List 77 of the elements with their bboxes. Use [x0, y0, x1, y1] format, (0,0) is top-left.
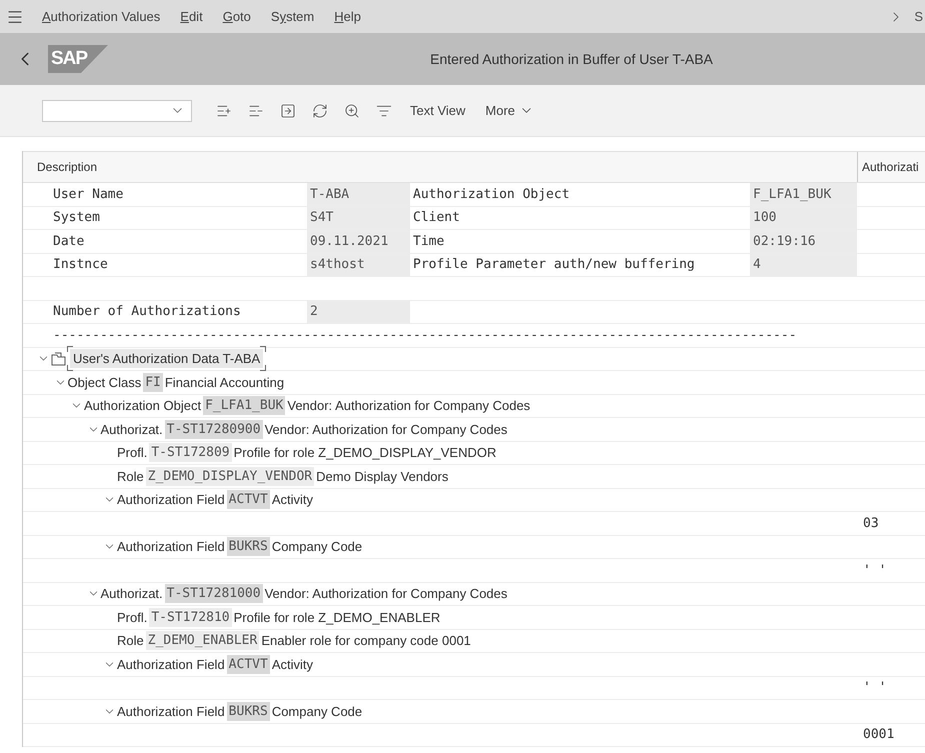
field-label: Profile Parameter auth/new buffering	[412, 256, 696, 274]
separator-line: -----------------------------------------------------------------------------------------------	[52, 326, 798, 345]
tree-node-label: Authorization Field	[117, 656, 225, 672]
more-button[interactable]: More	[475, 103, 544, 118]
tree-node-label: Authorization Field	[117, 539, 225, 554]
field-label: System	[52, 209, 101, 228]
field-value: T-ABA	[307, 183, 410, 206]
field-value: F_LFA1_BUK	[750, 183, 857, 206]
menu-item[interactable]: Help	[324, 9, 371, 24]
tree-node-key: FI	[143, 372, 163, 392]
tree-node-key: Z_DEMO_DISPLAY_VENDOR	[146, 466, 314, 486]
authorization-value: ' '	[862, 679, 888, 698]
tree-node-key: ACTVT	[226, 490, 270, 510]
menu-item[interactable]: System	[260, 9, 324, 24]
text-view-button[interactable]: Text View	[400, 103, 476, 118]
column-header: Description	[36, 159, 98, 176]
tree-node-text: Profile for role Z_DEMO_DISPLAY_VENDOR	[234, 445, 496, 460]
tree-node-key: BUKRS	[226, 537, 270, 556]
tree-root-label[interactable]: User's Authorization Data T-ABA	[70, 349, 264, 368]
tree-node-label: Profl.	[117, 445, 148, 460]
tree-node-key: Z_DEMO_ENABLER	[146, 631, 260, 650]
field-value: s4thost	[307, 254, 410, 276]
field-value: 100	[750, 206, 857, 229]
tree-node-text: Vendor: Authorization for Company Codes	[287, 398, 530, 414]
authorization-value: ' '	[862, 562, 888, 580]
tree-node-text: Financial Accounting	[164, 374, 284, 390]
tree-node-label: Authorization Field	[117, 704, 225, 719]
tree-node-label: Profl.	[117, 610, 148, 625]
field-value: 4	[750, 254, 857, 276]
column-header: Authorizati	[857, 152, 925, 182]
tree-node-text: Enabler role for company code 0001	[261, 633, 471, 648]
tree-node-key: BUKRS	[226, 702, 270, 721]
tree-node-key: T-ST17281000	[164, 584, 263, 604]
tree-node-text: Profile for role Z_DEMO_ENABLER	[234, 610, 440, 625]
authorization-value: 03	[862, 514, 880, 533]
zoom-icon[interactable]	[344, 102, 360, 118]
tree-node-text: Activity	[272, 492, 313, 508]
field-label: Number of Authorizations	[52, 303, 242, 322]
refresh-icon[interactable]	[312, 102, 328, 118]
tree-node-key: T-ST172810	[149, 608, 232, 627]
tree-node-text: Company Code	[272, 539, 362, 554]
field-label: Date	[52, 232, 86, 251]
tree-node-label: Authorization Object	[84, 398, 202, 414]
tree-node-key: F_LFA1_BUK	[203, 396, 286, 416]
tree-node-text: Company Code	[272, 704, 362, 719]
tree-node-text: Vendor: Authorization for Company Codes	[264, 422, 508, 437]
dropdown-field[interactable]	[42, 100, 192, 122]
tree-node-text: Activity	[272, 656, 313, 672]
tree-node-label: Object Class	[68, 374, 142, 390]
logo: SAP	[48, 45, 108, 73]
field-label: Instnce	[52, 256, 109, 274]
menu-item[interactable]: Edit	[170, 9, 213, 24]
tree-node-text: Vendor: Authorization for Company Codes	[264, 586, 508, 602]
tree-node-label: Authorization Field	[117, 492, 225, 508]
authorization-value: 0001	[862, 726, 896, 744]
field-label: Time	[412, 232, 446, 251]
field-label: Client	[412, 209, 461, 228]
tree-node-label: Authorizat.	[100, 422, 163, 437]
menu-item[interactable]: Authorization Values	[32, 9, 170, 24]
tree-node-key: ACTVT	[226, 654, 270, 674]
field-label: Authorization Object	[412, 186, 571, 204]
tree-node-key: T-ST172809	[149, 443, 232, 462]
menu-item[interactable]: Goto	[212, 9, 261, 24]
field-value: 09.11.2021	[307, 230, 410, 252]
tree-node-label: Role	[117, 468, 144, 484]
window-title: Entered Authorization in Buffer of User T-ABA	[429, 51, 714, 67]
arrow-box-icon[interactable]	[280, 102, 296, 118]
field-value: 2	[307, 300, 410, 323]
tree-node-key: T-ST17280900	[164, 420, 263, 439]
tree-node-label: Authorizat.	[100, 586, 163, 602]
field-value: 02:19:16	[750, 230, 857, 252]
tree-node-text: Demo Display Vendors	[316, 468, 448, 484]
tree-node-label: Role	[117, 633, 144, 648]
field-value: S4T	[307, 206, 410, 229]
folder-icon	[51, 352, 67, 366]
field-label: User Name	[52, 186, 124, 204]
menu-overflow-text: S	[914, 9, 923, 24]
